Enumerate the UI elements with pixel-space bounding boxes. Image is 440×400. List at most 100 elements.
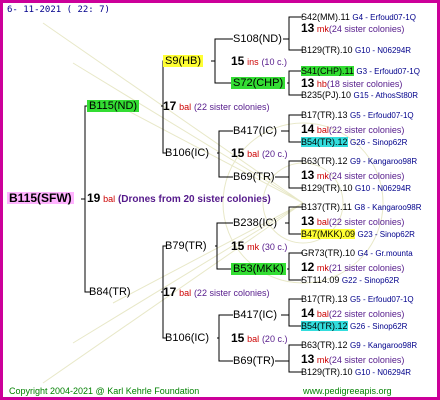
gen1-queen-1[interactable]: B115(ND) <box>87 100 140 112</box>
gen4-drone-1-note: (24 sister colonies) <box>328 24 405 34</box>
gen4-queen-6[interactable]: GR73(TR).10 G4 - Gr.mounta <box>301 247 413 260</box>
gen4-drone-8-unit: mk <box>316 355 329 365</box>
gen4-father-4-info: G10 - N06294R <box>355 184 412 193</box>
gen4-queen-4-info: G9 - Kangaroo98R <box>350 157 418 166</box>
gen1-drone-2-number: 17 <box>163 285 177 299</box>
gen4-queen-2-info: G3 - Erfoud07-1Q <box>356 67 420 76</box>
gen4-drone-8: 13 mk(24 sister colonies) <box>301 353 404 366</box>
gen2-drone-1-number: 15 <box>231 54 245 68</box>
gen3-queen-7[interactable]: B417(IC) <box>231 309 279 321</box>
gen1-drone-1-unit: bal <box>179 102 192 112</box>
gen2-drone-2-note: (20 c.) <box>261 149 288 159</box>
gen2-queen-3[interactable]: B79(TR) <box>163 240 209 252</box>
gen2-drone-4-unit: bal <box>247 334 260 344</box>
gen4-drone-4: 13 mk(24 sister colonies) <box>301 169 404 182</box>
gen4-queen-5-label: B137(TR).11 <box>301 202 352 212</box>
gen4-drone-3-note: (22 sister colonies) <box>328 125 405 135</box>
gen4-drone-3-number: 14 <box>301 122 315 136</box>
gen4-drone-1-unit: mk <box>316 24 329 34</box>
gen4-queen-7-label: B17(TR).13 <box>301 294 348 304</box>
gen1-drone-1-number: 17 <box>163 99 177 113</box>
gen3-queen-4[interactable]: B69(TR) <box>231 171 277 183</box>
gen2-queen-1[interactable]: S9(HB) <box>163 55 204 67</box>
gen4-father-5-label: B47(MKK).09 <box>301 229 356 239</box>
gen4-queen-4[interactable]: B63(TR).12 G9 - Kangaroo98R <box>301 155 417 168</box>
gen4-drone-7: 14 bal(22 sister colonies) <box>301 307 404 320</box>
gen3-queen-3[interactable]: B417(IC) <box>231 125 279 137</box>
gen3-queen-1[interactable]: S108(ND) <box>231 33 284 45</box>
gen4-drone-7-unit: bal <box>316 309 329 319</box>
gen3-queen-2[interactable]: S72(CHP) <box>231 77 286 89</box>
gen4-father-4-label: B129(TR).10 <box>301 183 353 193</box>
gen4-father-1-label: B129(TR).10 <box>301 45 353 55</box>
gen1-drone-2-note: (22 sister colonies) <box>193 288 270 298</box>
gen4-queen-4-label: B63(TR).12 <box>301 156 348 166</box>
gen3-queen-8[interactable]: B69(TR) <box>231 355 277 367</box>
gen1-drone-2: 17 bal (22 sister colonies) <box>163 286 269 300</box>
gen4-drone-2-unit: hb <box>316 79 327 89</box>
gen1-drone-1: 17 bal (22 sister colonies) <box>163 100 269 114</box>
gen4-father-6[interactable]: ST114.09 G22 - Sinop62R <box>301 274 399 287</box>
gen4-father-8[interactable]: B129(TR).10 G10 - N06294R <box>301 366 411 379</box>
gen4-father-7[interactable]: B54(TR).12 G26 - Sinop62R <box>301 320 407 333</box>
gen4-drone-4-number: 13 <box>301 168 315 182</box>
gen4-father-8-label: B129(TR).10 <box>301 367 353 377</box>
root-drone-number: 19 <box>87 191 101 205</box>
gen1-drone-1-note: (22 sister colonies) <box>193 102 270 112</box>
gen4-drone-7-number: 14 <box>301 306 315 320</box>
gen1-drone-2-unit: bal <box>179 288 192 298</box>
gen4-queen-3[interactable]: B17(TR).13 G5 - Erfoud07-1Q <box>301 109 414 122</box>
gen4-father-3[interactable]: B54(TR).12 G26 - Sinop62R <box>301 136 407 149</box>
gen4-queen-5[interactable]: B137(TR).11 G8 - Kangaroo98R <box>301 201 422 214</box>
gen4-father-7-label: B54(TR).12 <box>301 321 348 331</box>
gen2-drone-1: 15 ins (10 c.) <box>231 55 287 69</box>
gen4-drone-7-note: (22 sister colonies) <box>328 309 405 319</box>
gen4-queen-3-label: B17(TR).13 <box>301 110 348 120</box>
gen4-drone-4-note: (24 sister colonies) <box>328 171 405 181</box>
gen3-queen-5[interactable]: B238(IC) <box>231 217 279 229</box>
gen4-father-2[interactable]: B235(PJ).10 G15 - AthosSt80R <box>301 89 418 102</box>
gen4-queen-1-info: G4 - Erfoud07-1Q <box>352 13 416 22</box>
gen2-drone-1-note: (10 c.) <box>261 57 287 67</box>
gen2-drone-2: 15 bal (20 c.) <box>231 147 287 161</box>
gen4-drone-2-number: 13 <box>301 76 315 90</box>
gen4-father-1-info: G10 - N06294R <box>355 46 412 55</box>
gen4-father-1[interactable]: B129(TR).10 G10 - N06294R <box>301 44 411 57</box>
gen4-queen-8-label: B63(TR).12 <box>301 340 348 350</box>
gen4-father-8-info: G10 - N06294R <box>355 368 412 377</box>
copyright-notice: Copyright 2004-2021 @ Karl Kehrle Founda… <box>9 386 200 396</box>
gen2-drone-3-note: (30 c.) <box>261 242 288 252</box>
gen4-queen-8[interactable]: B63(TR).12 G9 - Kangaroo98R <box>301 339 417 352</box>
gen1-queen-2[interactable]: B84(TR) <box>87 286 133 298</box>
gen2-drone-4-number: 15 <box>231 331 245 345</box>
gen2-drone-1-unit: ins <box>247 57 259 67</box>
gen2-drone-3: 15 mk (30 c.) <box>231 240 287 254</box>
gen4-queen-5-info: G8 - Kangaroo98R <box>354 203 422 212</box>
gen3-queen-6[interactable]: B53(MKK) <box>231 263 286 275</box>
gen4-father-5-info: G23 - Sinop62R <box>357 230 415 239</box>
gen4-father-5[interactable]: B47(MKK).09 G23 - Sinop62R <box>301 228 415 241</box>
gen4-drone-1: 13 mk(24 sister colonies) <box>301 22 404 35</box>
root-queen[interactable]: B115(SFW) <box>7 192 74 204</box>
gen4-queen-2-label: S41(CHP).11 <box>301 66 354 76</box>
gen4-queen-6-label: GR73(TR).10 <box>301 248 356 258</box>
gen4-drone-3: 14 bal(22 sister colonies) <box>301 123 404 136</box>
root-drone-info: 19 bal (Drones from 20 sister colonies) <box>87 192 271 206</box>
gen2-drone-2-unit: bal <box>247 149 260 159</box>
gen4-drone-6-note: (21 sister colonies) <box>328 263 405 273</box>
gen4-drone-5: 13 bal(22 sister colonies) <box>301 215 404 228</box>
gen2-queen-2[interactable]: B106(IC) <box>163 147 211 159</box>
gen4-drone-6: 12 mk(21 sister colonies) <box>301 261 404 274</box>
gen2-queen-4[interactable]: B106(IC) <box>163 332 211 344</box>
gen4-father-2-label: B235(PJ).10 <box>301 90 352 100</box>
pedigree-frame: 6- 11-2021 ( 22: 7) B115(SFW) 19 bal (Dr… <box>0 0 440 400</box>
gen4-queen-8-info: G9 - Kangaroo98R <box>350 341 418 350</box>
root-drone-note: (Drones from 20 sister colonies) <box>117 194 271 205</box>
gen4-queen-7[interactable]: B17(TR).13 G5 - Erfoud07-1Q <box>301 293 414 306</box>
gen2-drone-3-unit: mk <box>247 242 260 252</box>
website-link[interactable]: www.pedigreeapis.org <box>303 385 392 397</box>
gen4-father-4[interactable]: B129(TR).10 G10 - N06294R <box>301 182 411 195</box>
gen4-drone-5-number: 13 <box>301 214 315 228</box>
gen4-father-3-label: B54(TR).12 <box>301 137 348 147</box>
gen4-father-6-label: ST114.09 <box>301 275 340 285</box>
